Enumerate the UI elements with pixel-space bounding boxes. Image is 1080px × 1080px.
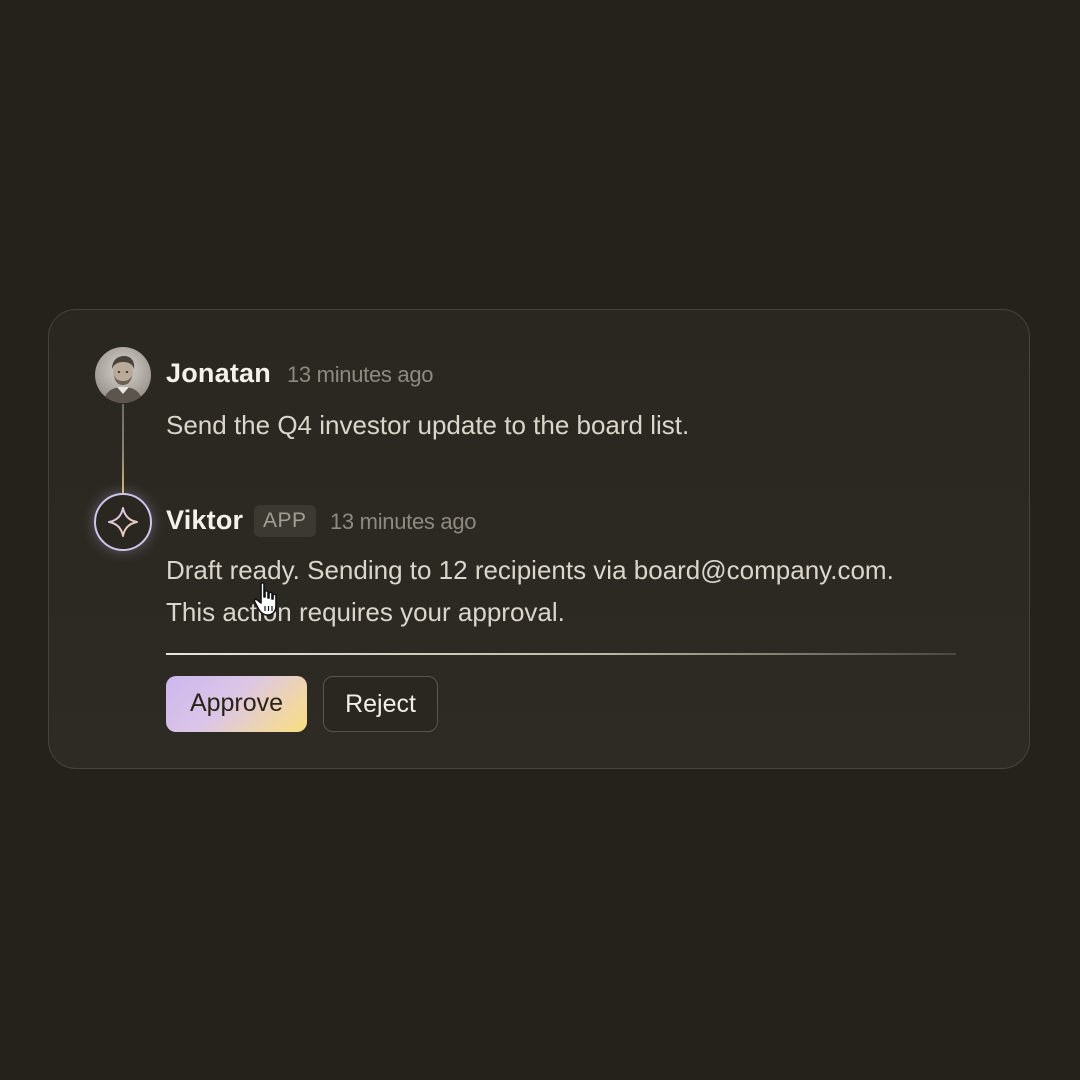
approve-button[interactable]: Approve <box>166 676 307 732</box>
message-author-jonatan: Jonatan <box>166 358 271 388</box>
message-text: Send the Q4 investor update to the board… <box>166 410 690 440</box>
avatar-jonatan <box>95 347 151 403</box>
avatar-viktor <box>94 493 152 551</box>
hand-cursor-icon <box>253 582 277 616</box>
person-photo-icon <box>95 347 151 403</box>
message-author-viktor: Viktor <box>166 505 244 535</box>
sparkle-icon <box>108 507 138 537</box>
message-timestamp: 13 minutes ago <box>330 509 477 534</box>
message-timestamp: 13 minutes ago <box>287 362 434 387</box>
thread-connector-line <box>122 404 124 494</box>
message-text-line-2: This action requires your approval. <box>166 597 565 627</box>
reject-button[interactable]: Reject <box>323 676 438 732</box>
dotted-divider <box>166 653 956 655</box>
app-badge: APP <box>254 505 316 537</box>
